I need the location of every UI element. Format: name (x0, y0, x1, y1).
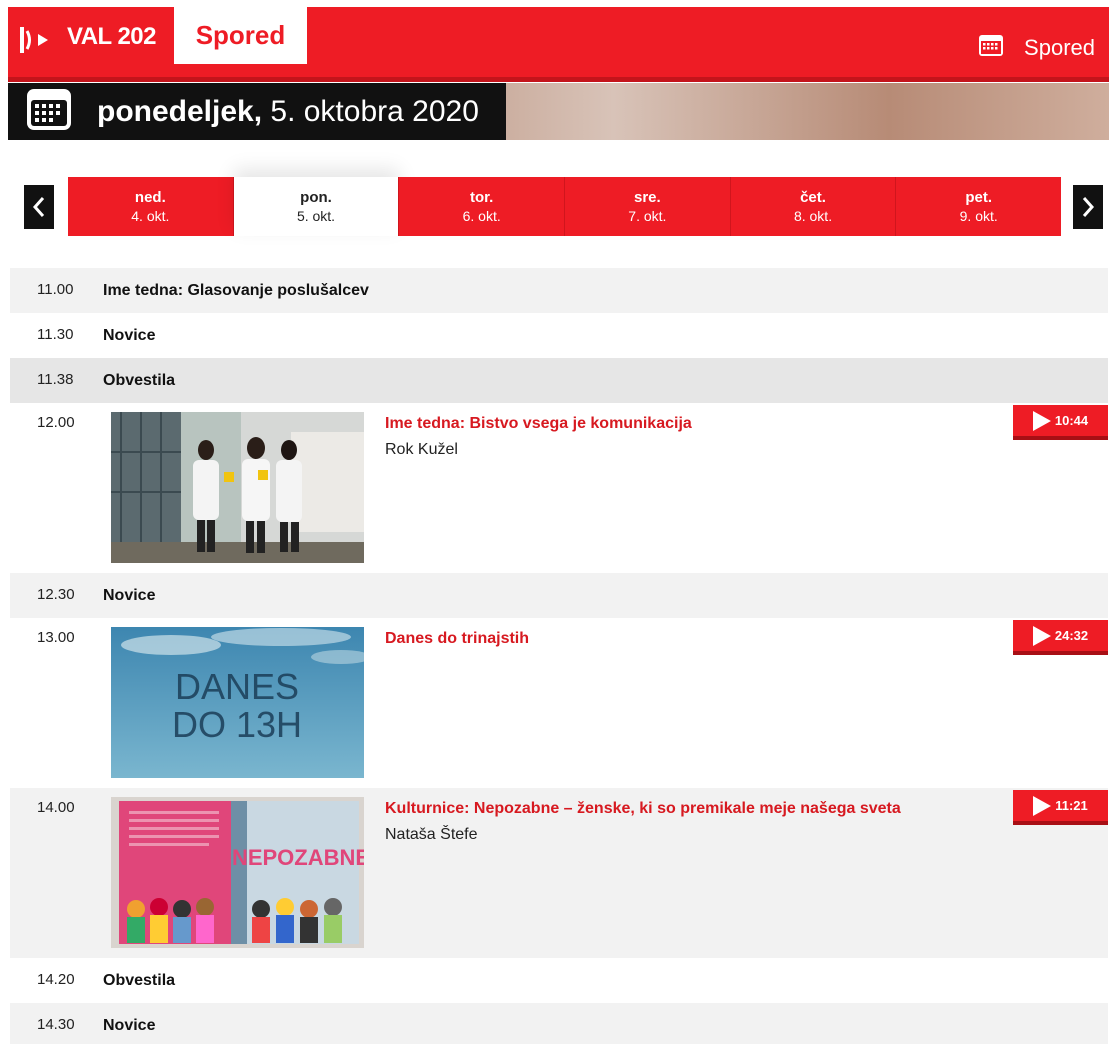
schedule-time: 11.00 (37, 281, 74, 298)
play-icon (1032, 625, 1051, 646)
schedule-title: Obvestila (103, 972, 176, 989)
schedule-item[interactable]: 14.20 Obvestila (10, 958, 1108, 1003)
day-tab-active[interactable]: pon. 5. okt. (233, 177, 400, 236)
show-author: Rok Kužel (385, 441, 458, 458)
day-date: 9. okt. (959, 207, 998, 224)
day-tab[interactable]: ned. 4. okt. (68, 177, 234, 236)
day-date: 6. okt. (462, 207, 501, 224)
val202-logo-icon[interactable] (18, 25, 52, 55)
thumb-book-title: NEPOZABNE (232, 845, 364, 870)
chevron-left-icon (32, 197, 45, 217)
play-duration: 24:32 (1054, 628, 1089, 643)
show-thumbnail[interactable] (111, 412, 364, 563)
top-bar: VAL 202 Spored Spored (8, 7, 1109, 82)
schedule-item[interactable]: 11.38 Obvestila (10, 358, 1108, 403)
schedule-link[interactable]: Spored (978, 33, 1095, 63)
schedule-time: 14.20 (37, 971, 75, 988)
schedule-item-featured: 12.00 Ime tedna: Bistvo vsega je komunik… (10, 403, 1108, 573)
play-button[interactable]: 10:44 (1013, 405, 1108, 440)
thumb-text-line2: DO 13H (172, 704, 302, 745)
day-tabs: ned. 4. okt. pon. 5. okt. tor. 6. okt. sre.… (68, 177, 1062, 236)
play-button[interactable]: 24:32 (1013, 620, 1108, 655)
schedule-time: 12.00 (37, 414, 75, 431)
schedule-time: 11.30 (37, 326, 74, 343)
chevron-right-icon (1082, 197, 1095, 217)
day-date: 4. okt. (131, 207, 170, 224)
day-tab[interactable]: sre. 7. okt. (565, 177, 731, 236)
next-days-button[interactable] (1073, 185, 1103, 229)
schedule-time: 12.30 (37, 586, 75, 603)
schedule-time: 14.30 (37, 1016, 75, 1033)
schedule-time: 14.00 (37, 799, 75, 816)
schedule-title: Novice (103, 1017, 156, 1034)
schedule-time: 13.00 (37, 629, 75, 646)
day-tab[interactable]: tor. 6. okt. (399, 177, 566, 236)
day-date: 8. okt. (793, 207, 833, 224)
day-name: pet. (965, 188, 993, 206)
schedule-title: Novice (103, 327, 156, 344)
current-date: ponedeljek, 5. oktobra 2020 (97, 95, 479, 129)
show-title-link[interactable]: Danes do trinajstih (385, 630, 529, 648)
play-icon (1032, 410, 1051, 431)
day-tab[interactable]: čet. 8. okt. (730, 177, 897, 236)
show-title-link[interactable]: Ime tedna: Bistvo vsega je komunikacija (385, 415, 692, 433)
day-tab[interactable]: pet. 9. okt. (896, 177, 1062, 236)
section-tab-spored[interactable]: Spored (174, 7, 307, 64)
prev-days-button[interactable] (24, 185, 54, 229)
current-weekday: ponedeljek, (97, 94, 263, 128)
thumb-text-line1: DANES (175, 666, 299, 707)
day-name: čet. (800, 188, 826, 206)
schedule-time: 11.38 (37, 371, 74, 388)
calendar-icon (25, 86, 73, 137)
day-name: ned. (134, 188, 166, 206)
schedule-list: 11.00 Ime tedna: Glasovanje poslušalcev … (10, 268, 1108, 1044)
schedule-item[interactable]: 11.00 Ime tedna: Glasovanje poslušalcev (10, 268, 1108, 313)
play-duration: 11:21 (1055, 798, 1088, 813)
brand-name[interactable]: VAL 202 (67, 23, 157, 51)
day-date: 7. okt. (628, 207, 667, 224)
play-icon (1033, 795, 1052, 816)
current-date-text: 5. oktobra 2020 (270, 94, 479, 128)
date-banner: ponedeljek, 5. oktobra 2020 (8, 83, 1109, 140)
day-name: tor. (470, 188, 494, 206)
schedule-title: Novice (103, 587, 156, 604)
schedule-item-featured: 14.00 NEPOZABNE Kulturnice: Nepozabne – … (10, 788, 1108, 958)
show-author: Nataša Štefe (385, 826, 478, 843)
schedule-link-label: Spored (1024, 35, 1095, 60)
calendar-icon (978, 33, 1004, 63)
show-title-link[interactable]: Kulturnice: Nepozabne – ženske, ki so pr… (385, 800, 901, 818)
schedule-item[interactable]: 14.30 Novice (10, 1003, 1108, 1044)
schedule-title: Ime tedna: Glasovanje poslušalcev (103, 282, 369, 299)
schedule-item[interactable]: 11.30 Novice (10, 313, 1108, 358)
day-name: pon. (300, 188, 332, 206)
schedule-title: Obvestila (103, 372, 176, 389)
show-thumbnail[interactable]: NEPOZABNE (111, 797, 364, 948)
date-banner-label: ponedeljek, 5. oktobra 2020 (8, 83, 506, 140)
day-name: sre. (634, 188, 661, 206)
schedule-item-featured: 13.00 DANES DO 13H Danes do trinajstih 2… (10, 618, 1108, 788)
schedule-item[interactable]: 12.30 Novice (10, 573, 1108, 618)
day-date: 5. okt. (296, 207, 336, 224)
play-button[interactable]: 11:21 (1013, 790, 1108, 825)
play-duration: 10:44 (1054, 413, 1089, 428)
show-thumbnail[interactable]: DANES DO 13H (111, 627, 364, 778)
